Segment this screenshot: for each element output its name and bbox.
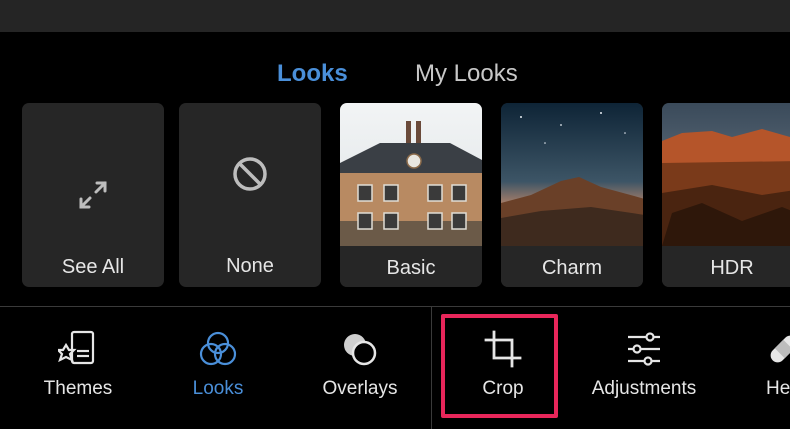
tool-looks[interactable]: Looks — [148, 307, 288, 429]
tool-label: Themes — [43, 378, 113, 399]
canyon-photo — [662, 103, 790, 246]
tool-overlays[interactable]: Overlays — [290, 307, 430, 429]
look-card-none[interactable]: None — [179, 103, 321, 287]
house-photo — [340, 103, 482, 246]
tool-label: Overlays — [322, 378, 398, 399]
toolbar-separator — [431, 307, 432, 429]
tab-my-looks[interactable]: My Looks — [415, 58, 518, 90]
look-card-charm[interactable]: Charm — [501, 103, 643, 287]
look-label: See All — [61, 256, 125, 278]
expand-icon — [22, 175, 164, 215]
sliders-icon — [574, 329, 714, 369]
tool-label: He — [766, 378, 790, 399]
tool-adjustments[interactable]: Adjustments — [574, 307, 714, 429]
look-label: Charm — [541, 257, 602, 279]
tab-looks[interactable]: Looks — [277, 58, 348, 90]
crop-highlight-box — [441, 314, 558, 418]
tool-heal[interactable]: He — [750, 307, 790, 429]
look-card-hdr[interactable]: HDR — [662, 103, 790, 287]
look-card-see-all[interactable]: See All — [22, 103, 164, 287]
tool-themes[interactable]: Themes — [8, 307, 148, 429]
top-bar — [0, 0, 790, 32]
mountain-photo — [501, 103, 643, 246]
look-label: Basic — [386, 257, 436, 279]
themes-icon — [8, 329, 148, 369]
prohibited-icon — [179, 155, 321, 193]
tool-label: Adjustments — [591, 378, 697, 399]
looks-icon — [148, 329, 288, 369]
look-label: None — [226, 255, 274, 277]
look-card-basic[interactable]: Basic — [340, 103, 482, 287]
look-label: HDR — [710, 257, 754, 279]
bandage-icon — [764, 329, 790, 369]
overlays-icon — [290, 329, 430, 369]
tool-label: Looks — [192, 378, 244, 399]
